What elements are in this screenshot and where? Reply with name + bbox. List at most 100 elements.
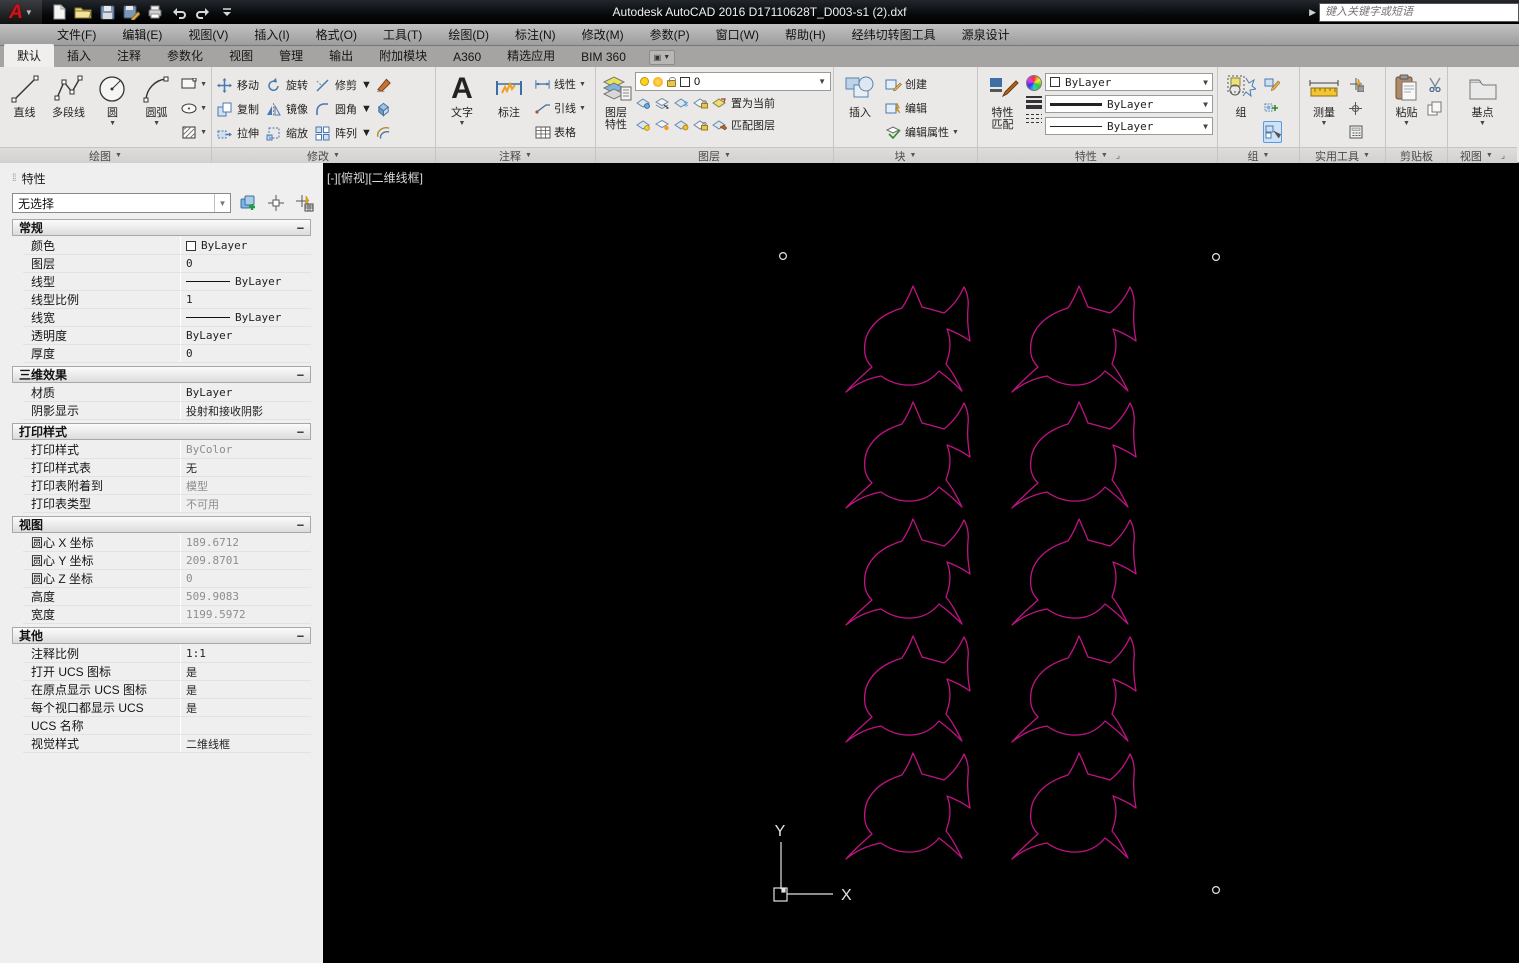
panel-label-annotate[interactable]: 注释 ▼ — [436, 147, 595, 163]
quickcalc-point-button[interactable] — [1347, 73, 1364, 95]
直线-button[interactable]: 直线 — [4, 70, 45, 147]
shark-pattern-outline[interactable] — [845, 635, 971, 743]
insert-block-button[interactable]: 插入 — [838, 70, 882, 147]
lineweight-icon[interactable] — [1026, 96, 1042, 109]
group-addremove-button[interactable] — [1263, 97, 1282, 119]
save-as-icon[interactable] — [122, 3, 140, 21]
customize-toolbar-icon[interactable] — [218, 3, 236, 21]
panel-label-draw[interactable]: 绘图 ▼ — [0, 147, 211, 163]
ellipse-button[interactable]: ▼ — [180, 97, 207, 119]
layer-dropdown[interactable]: 0 ▼ — [635, 72, 831, 91]
property-value[interactable]: ByLayer — [181, 237, 311, 254]
property-row[interactable]: 打开 UCS 图标是 — [23, 663, 311, 681]
shark-pattern-outline[interactable] — [1011, 518, 1137, 626]
缩放-button[interactable]: 缩放 — [265, 121, 308, 145]
镜像-button[interactable]: 镜像 — [265, 97, 308, 121]
property-value[interactable]: 投射和接收阴影 — [181, 402, 311, 419]
match-properties-button[interactable]: 特性匹配 — [982, 70, 1023, 147]
ribbon-tab-插入[interactable]: 插入 — [54, 44, 104, 67]
lineweight-dropdown[interactable]: ByLayer ▼ — [1045, 95, 1213, 113]
panel-label-block[interactable]: 块 ▼ — [834, 147, 977, 163]
表格-button[interactable]: 表格 — [534, 121, 586, 143]
search-input[interactable] — [1319, 2, 1519, 22]
copy-clip-button[interactable] — [1426, 97, 1443, 119]
paste-button[interactable]: 粘贴 ▼ — [1390, 70, 1423, 147]
property-value[interactable]: 二维线框 — [181, 735, 311, 752]
编辑-button[interactable]: 编辑 — [885, 97, 959, 119]
color-wheel-icon[interactable] — [1026, 75, 1042, 91]
property-row[interactable]: 打印表类型 不可用 — [23, 495, 311, 513]
panel-label-modify[interactable]: 修改 ▼ — [212, 147, 435, 163]
property-row[interactable]: 线型比例 1 — [23, 291, 311, 309]
group-edit-button[interactable] — [1263, 73, 1282, 95]
property-row[interactable]: 材质 ByLayer — [23, 384, 311, 402]
property-value[interactable]: 0 — [181, 570, 311, 587]
menu-item[interactable]: 帮助(H) — [772, 23, 839, 46]
cut-button[interactable] — [1426, 73, 1443, 95]
property-value[interactable]: 是 — [181, 681, 311, 698]
property-row[interactable]: 打印样式表无 — [23, 459, 311, 477]
阵列-button[interactable]: 阵列 ▼ — [314, 121, 372, 145]
ribbon-tab-默认[interactable]: 默认 — [4, 44, 55, 67]
移动-button[interactable]: 移动 — [216, 73, 259, 97]
panel-label-properties[interactable]: 特性 ▼ ⌟ — [978, 147, 1217, 163]
多段线-button[interactable]: 多段线 — [48, 70, 89, 147]
property-row[interactable]: 图层 0 — [23, 255, 311, 273]
open-folder-icon[interactable] — [74, 3, 92, 21]
menu-item[interactable]: 文件(F) — [44, 23, 109, 46]
property-value[interactable]: 模型 — [181, 477, 311, 494]
property-row[interactable]: 宽度 1199.5972 — [23, 606, 311, 624]
圆角-button[interactable]: 圆角 ▼ — [314, 97, 372, 121]
section-header-打印样式[interactable]: 打印样式 − — [12, 423, 311, 440]
property-value[interactable]: 是 — [181, 663, 311, 680]
property-row[interactable]: 视觉样式 二维线框 — [23, 735, 311, 753]
property-row[interactable]: UCS 名称 — [23, 717, 311, 735]
创建-button[interactable]: 创建 — [885, 73, 959, 95]
panel-label-clipboard[interactable]: 剪贴板 — [1386, 147, 1447, 163]
object-color-dropdown[interactable]: ByLayer ▼ — [1045, 73, 1213, 91]
property-value[interactable]: 0 — [181, 345, 311, 362]
collapse-icon[interactable]: − — [297, 425, 304, 439]
menu-item[interactable]: 编辑(E) — [109, 23, 175, 46]
dialog-launcher-icon[interactable]: ⌟ — [1501, 150, 1505, 161]
property-value[interactable]: ByLayer — [181, 327, 311, 344]
group-select-button[interactable] — [1263, 121, 1282, 143]
property-value[interactable]: ByLayer — [181, 384, 311, 401]
property-value[interactable] — [181, 717, 311, 734]
property-value[interactable]: 是 — [181, 699, 311, 716]
property-row[interactable]: 打印样式 ByColor — [23, 441, 311, 459]
point-marker[interactable] — [779, 251, 788, 260]
property-value[interactable]: ByColor — [181, 441, 311, 458]
menu-item[interactable]: 绘图(D) — [435, 23, 502, 46]
collapse-icon[interactable]: − — [297, 629, 304, 643]
collapse-icon[interactable]: − — [297, 518, 304, 532]
autocad-logo-button[interactable]: A ▼ — [0, 0, 42, 24]
grip-handle-icon[interactable]: ⁞⁞ — [12, 173, 16, 184]
redo-icon[interactable] — [194, 3, 212, 21]
select-objects-icon[interactable] — [265, 193, 287, 213]
linetype-icon[interactable] — [1026, 114, 1042, 123]
ribbon-minimize-button[interactable]: ▣ ▼ — [648, 50, 675, 65]
set-current-layer-button[interactable]: 置为当前 — [731, 95, 775, 111]
圆-button[interactable]: 圆 ▼ — [92, 70, 133, 147]
ribbon-tab-A360[interactable]: A360 — [440, 47, 494, 67]
menu-item[interactable]: 参数(P) — [637, 23, 703, 46]
property-value[interactable]: ByLayer — [181, 273, 311, 290]
ribbon-tab-视图[interactable]: 视图 — [216, 44, 266, 67]
复制-button[interactable]: 复制 — [216, 97, 259, 121]
property-row[interactable]: 透明度 ByLayer — [23, 327, 311, 345]
section-header-其他[interactable]: 其他 − — [12, 627, 311, 644]
property-row[interactable]: 颜色 ByLayer — [23, 237, 311, 255]
toggle-pickadd-icon[interactable] — [293, 193, 315, 213]
ribbon-tab-附加模块[interactable]: 附加模块 — [366, 44, 440, 67]
menu-item[interactable]: 插入(I) — [241, 23, 302, 46]
collapse-icon[interactable]: − — [297, 221, 304, 235]
explode-button[interactable] — [375, 97, 392, 119]
panel-label-view[interactable]: 视图 ▼ ⌟ — [1448, 147, 1517, 163]
panel-label-utilities[interactable]: 实用工具 ▼ — [1300, 147, 1385, 163]
shark-pattern-outline[interactable] — [1011, 285, 1137, 393]
property-row[interactable]: 圆心 Z 坐标 0 — [23, 570, 311, 588]
shark-pattern-outline[interactable] — [1011, 401, 1137, 509]
ribbon-tab-注释[interactable]: 注释 — [104, 44, 154, 67]
section-header-常规[interactable]: 常规 − — [12, 219, 311, 236]
